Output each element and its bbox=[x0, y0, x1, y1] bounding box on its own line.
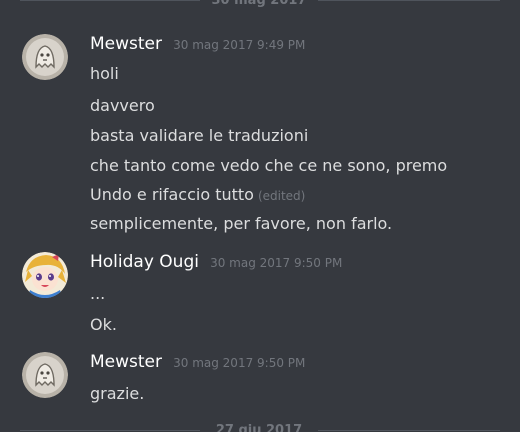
message-line: Undo e rifaccio tutto (edited) bbox=[90, 185, 305, 204]
divider-line bbox=[318, 0, 500, 1]
message-text: Ok. bbox=[90, 315, 117, 334]
message-text: che tanto come vedo che ce ne sono, prem… bbox=[90, 156, 448, 175]
message-group: Mewster 30 mag 2017 9:49 PM holi davvero… bbox=[0, 34, 520, 244]
divider-line bbox=[318, 430, 500, 431]
date-divider-label: 30 mag 2017 bbox=[211, 0, 307, 8]
date-divider: 30 mag 2017 bbox=[0, 0, 520, 8]
anime-girl-avatar-icon[interactable] bbox=[22, 252, 68, 298]
chat-messages: 30 mag 2017 Mewster 30 mag 2017 9:49 PM … bbox=[0, 0, 520, 432]
message-text: davvero bbox=[90, 96, 155, 115]
divider-line bbox=[20, 0, 200, 1]
message-text: basta validare le traduzioni bbox=[90, 126, 309, 145]
message-text: semplicemente, per favore, non farlo. bbox=[90, 214, 393, 233]
edited-label: (edited) bbox=[257, 189, 306, 203]
message-header: Holiday Ougi 30 mag 2017 9:50 PM bbox=[90, 252, 342, 274]
date-divider-label: 27 giu 2017 bbox=[215, 423, 303, 432]
message-text: Undo e rifaccio tutto bbox=[90, 185, 254, 204]
message-text: holi bbox=[90, 64, 119, 83]
timestamp: 30 mag 2017 9:50 PM bbox=[210, 256, 343, 270]
username[interactable]: Holiday Ougi bbox=[90, 252, 199, 272]
username[interactable]: Mewster bbox=[90, 34, 162, 54]
date-divider: 27 giu 2017 bbox=[0, 423, 520, 432]
message-header: Mewster 30 mag 2017 9:49 PM bbox=[90, 34, 305, 56]
username[interactable]: Mewster bbox=[90, 352, 162, 372]
message-header: Mewster 30 mag 2017 9:50 PM bbox=[90, 352, 305, 374]
message-text: ... bbox=[90, 284, 106, 303]
message-text: grazie. bbox=[90, 384, 145, 403]
divider-line bbox=[20, 430, 200, 431]
message-group: Mewster 30 mag 2017 9:50 PM grazie. bbox=[0, 352, 520, 412]
message-group: Holiday Ougi 30 mag 2017 9:50 PM ... Ok. bbox=[0, 252, 520, 342]
ghost-avatar-icon[interactable] bbox=[22, 352, 68, 398]
timestamp: 30 mag 2017 9:49 PM bbox=[173, 38, 306, 52]
timestamp: 30 mag 2017 9:50 PM bbox=[173, 356, 306, 370]
ghost-avatar-icon[interactable] bbox=[22, 34, 68, 80]
